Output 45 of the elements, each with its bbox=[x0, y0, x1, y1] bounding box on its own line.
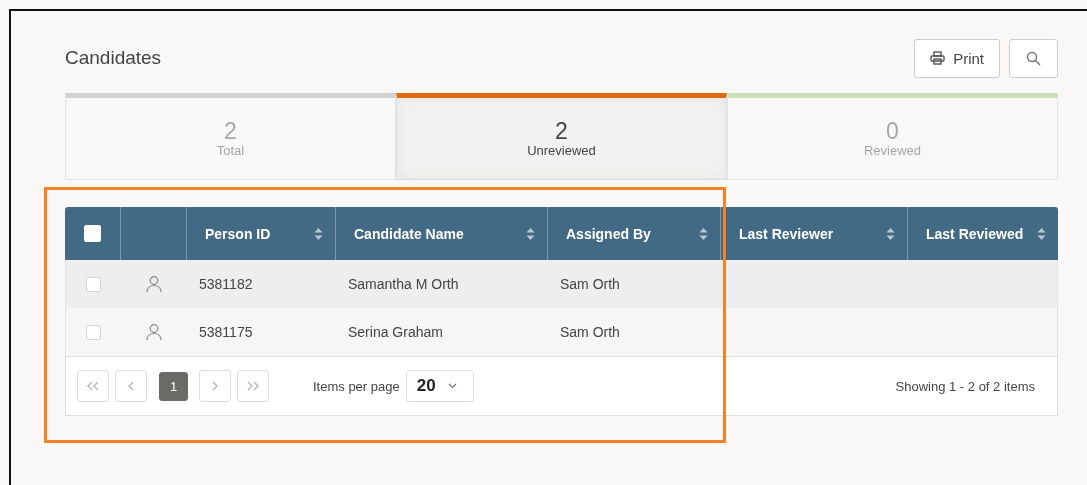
first-page-button[interactable] bbox=[77, 370, 109, 402]
sort-icon bbox=[886, 226, 895, 241]
items-per-page-label: Items per page bbox=[313, 378, 400, 394]
column-header[interactable]: Last Reviewer bbox=[739, 225, 834, 242]
person-icon bbox=[145, 275, 163, 293]
caret-icon bbox=[447, 383, 457, 389]
table-cell: Serina Graham bbox=[348, 324, 443, 340]
person-icon bbox=[145, 323, 163, 341]
sort-icon bbox=[314, 226, 323, 241]
stat-label: Total bbox=[216, 143, 245, 158]
sort-icon bbox=[1037, 226, 1046, 241]
double-chevron-left-icon bbox=[86, 381, 100, 391]
chevron-left-icon bbox=[127, 381, 135, 391]
checkbox[interactable] bbox=[86, 276, 101, 292]
search-button[interactable] bbox=[1009, 38, 1058, 78]
stat-count: 0 bbox=[886, 119, 899, 143]
table-cell: Samantha M Orth bbox=[348, 276, 459, 292]
table-cell: 5381182 bbox=[199, 276, 253, 292]
chevron-right-icon bbox=[211, 381, 219, 391]
stat-label: Reviewed bbox=[863, 143, 922, 158]
items-summary: Showing 1 - 2 of 2 items bbox=[895, 378, 1035, 394]
print-button[interactable]: Print bbox=[914, 38, 1000, 78]
next-page-button[interactable] bbox=[199, 370, 231, 402]
table-cell: Sam Orth bbox=[560, 324, 620, 340]
sort-icon bbox=[699, 226, 708, 241]
stat-tab[interactable]: 2 Unreviewed bbox=[396, 93, 727, 180]
column-header[interactable]: Assigned By bbox=[566, 225, 651, 242]
previous-page-button[interactable] bbox=[115, 370, 147, 402]
stat-label: Unreviewed bbox=[527, 143, 596, 158]
page-button[interactable]: 1 bbox=[159, 371, 188, 401]
checkbox[interactable] bbox=[86, 324, 101, 340]
table-cell: Sam Orth bbox=[560, 276, 620, 292]
column-header[interactable]: Candidate Name bbox=[354, 225, 464, 242]
stat-count: 2 bbox=[224, 119, 237, 143]
page-size-dropdown[interactable]: 20 bbox=[405, 370, 474, 402]
printer-icon bbox=[930, 51, 946, 65]
table-cell: 5381175 bbox=[199, 324, 253, 340]
column-header[interactable]: Last Reviewed bbox=[926, 225, 1024, 242]
last-page-button[interactable] bbox=[237, 370, 269, 402]
page-title: Candidates bbox=[65, 47, 162, 69]
column-header[interactable]: Person ID bbox=[205, 225, 271, 242]
sort-icon bbox=[526, 226, 535, 241]
double-chevron-right-icon bbox=[246, 381, 260, 391]
stat-count: 2 bbox=[555, 119, 568, 143]
search-icon bbox=[1026, 50, 1041, 66]
